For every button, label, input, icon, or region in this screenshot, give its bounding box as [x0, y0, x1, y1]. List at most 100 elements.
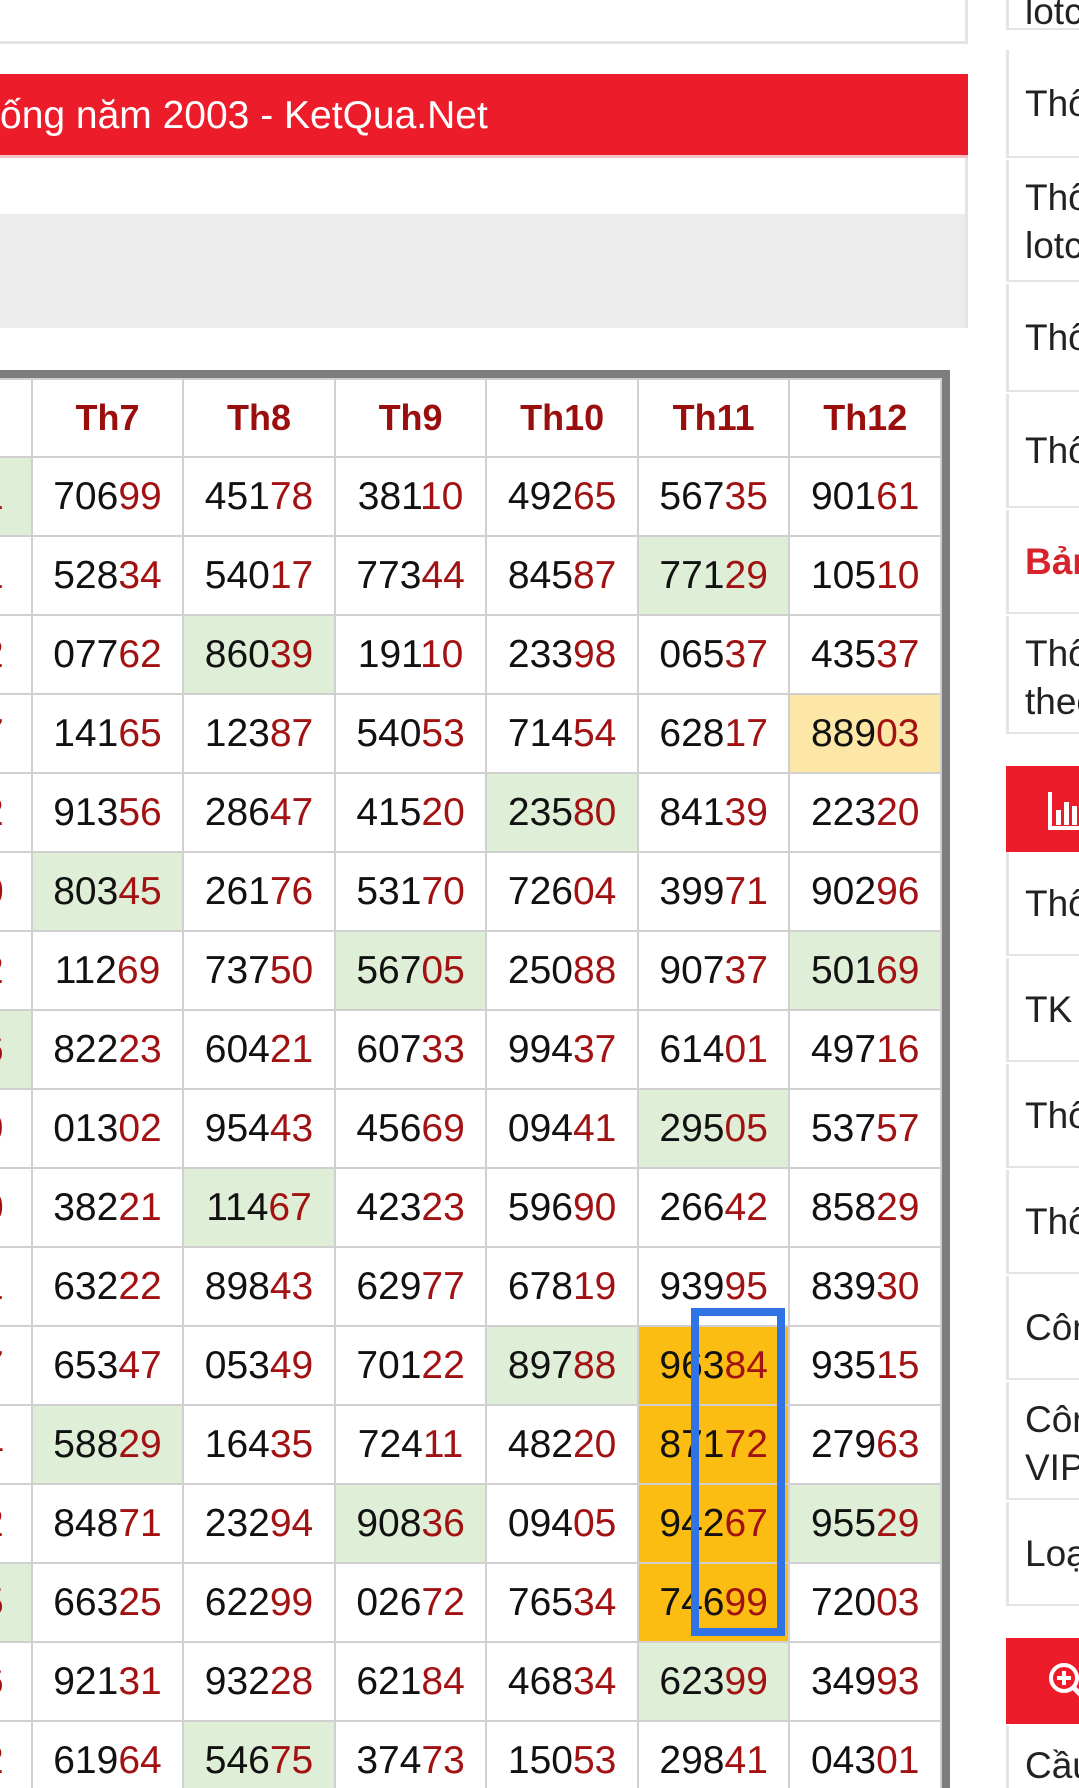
- table-cell[interactable]: 62817: [636, 693, 791, 774]
- table-cell[interactable]: 23580: [485, 772, 639, 853]
- table-cell[interactable]: 89788: [485, 1325, 639, 1406]
- table-cell[interactable]: 25088: [485, 930, 639, 1011]
- table-cell[interactable]: 23398: [485, 614, 639, 695]
- table-cell[interactable]: 58829: [30, 1404, 185, 1485]
- table-cell[interactable]: 39971: [636, 851, 791, 932]
- table-cell[interactable]: 05349: [182, 1325, 336, 1406]
- table-cell[interactable]: 01302: [30, 1088, 185, 1169]
- column-header-th7[interactable]: Th7: [30, 378, 185, 458]
- table-cell[interactable]: 66325: [30, 1562, 185, 1643]
- table-cell[interactable]: 90296: [788, 851, 942, 932]
- table-cell[interactable]: 90836: [333, 1483, 488, 1564]
- table-cell[interactable]: 60733: [333, 1009, 488, 1090]
- table-cell[interactable]: 07762: [30, 614, 185, 695]
- table-cell[interactable]: 09441: [485, 1088, 639, 1169]
- table-cell[interactable]: 49716: [788, 1009, 942, 1090]
- table-cell[interactable]: 72604: [485, 851, 639, 932]
- table-cell[interactable]: 63222: [30, 1246, 185, 1327]
- column-header-th9[interactable]: Th9: [333, 378, 488, 458]
- column-header-th12[interactable]: Th12: [788, 378, 942, 458]
- table-cell[interactable]: 46834: [485, 1641, 639, 1722]
- table-cell[interactable]: 90737: [636, 930, 791, 1011]
- table-cell[interactable]: 04301: [788, 1720, 942, 1788]
- sidebar-link-item[interactable]: Thô: [1006, 284, 1079, 392]
- table-cell[interactable]: 37473: [333, 1720, 488, 1788]
- table-cell[interactable]: 62399: [636, 1641, 791, 1722]
- table-cell[interactable]: 80345: [30, 851, 185, 932]
- table-cell[interactable]: 60421: [182, 1009, 336, 1090]
- table-cell[interactable]: 93228: [182, 1641, 336, 1722]
- table-cell[interactable]: 95443: [182, 1088, 336, 1169]
- table-cell[interactable]: 23294: [182, 1483, 336, 1564]
- table-cell[interactable]: 61401: [636, 1009, 791, 1090]
- table-cell[interactable]: 96384: [636, 1325, 791, 1406]
- table-cell[interactable]: 34993: [788, 1641, 942, 1722]
- column-header-th11[interactable]: Th11: [636, 378, 791, 458]
- table-cell[interactable]: 54053: [333, 693, 488, 774]
- table-cell[interactable]: 19110: [333, 614, 488, 695]
- table-cell[interactable]: 48220: [485, 1404, 639, 1485]
- table-cell[interactable]: 56735: [636, 456, 791, 537]
- sidebar-link-item[interactable]: lotc: [1006, 0, 1079, 30]
- table-cell[interactable]: 45669: [333, 1088, 488, 1169]
- table-cell[interactable]: 45178: [182, 456, 336, 537]
- table-cell[interactable]: 12387: [182, 693, 336, 774]
- table-cell[interactable]: 99437: [485, 1009, 639, 1090]
- table-cell[interactable]: 83930: [788, 1246, 942, 1327]
- table-cell[interactable]: 82223: [30, 1009, 185, 1090]
- table-cell[interactable]: 72003: [788, 1562, 942, 1643]
- table-cell[interactable]: 74699: [636, 1562, 791, 1643]
- table-cell[interactable]: 26642: [636, 1167, 791, 1248]
- column-header-th8[interactable]: Th8: [182, 378, 336, 458]
- table-cell[interactable]: 11467: [182, 1167, 336, 1248]
- table-cell[interactable]: 92131: [30, 1641, 185, 1722]
- table-cell[interactable]: 54675: [182, 1720, 336, 1788]
- table-cell[interactable]: 89843: [182, 1246, 336, 1327]
- table-cell[interactable]: 09405: [485, 1483, 639, 1564]
- table-cell[interactable]: 41520: [333, 772, 488, 853]
- table-cell[interactable]: 15053: [485, 1720, 639, 1788]
- table-cell[interactable]: 26176: [182, 851, 336, 932]
- table-cell[interactable]: 29841: [636, 1720, 791, 1788]
- table-cell[interactable]: 73750: [182, 930, 336, 1011]
- table-cell[interactable]: 94267: [636, 1483, 791, 1564]
- table-cell[interactable]: 93995: [636, 1246, 791, 1327]
- column-header-th10[interactable]: Th10: [485, 378, 639, 458]
- sidebar-link-item[interactable]: Thô thec: [1006, 616, 1079, 734]
- table-cell[interactable]: 90161: [788, 456, 942, 537]
- table-cell[interactable]: 62299: [182, 1562, 336, 1643]
- sidebar-link-item[interactable]: Thô: [1006, 50, 1079, 158]
- table-cell[interactable]: 65347: [30, 1325, 185, 1406]
- table-cell[interactable]: 50169: [788, 930, 942, 1011]
- sidebar-link-item[interactable]: Cầu: [1006, 1726, 1079, 1788]
- table-cell[interactable]: 62184: [333, 1641, 488, 1722]
- table-cell[interactable]: 70699: [30, 456, 185, 537]
- sidebar-link-item[interactable]: TK t: [1006, 958, 1079, 1062]
- table-cell[interactable]: 95529: [788, 1483, 942, 1564]
- table-cell[interactable]: 38110: [333, 456, 488, 537]
- table-cell[interactable]: 87172: [636, 1404, 791, 1485]
- sidebar-link-item[interactable]: Côn VIP: [1006, 1382, 1079, 1500]
- sidebar-link-item[interactable]: Côn: [1006, 1276, 1079, 1380]
- table-cell[interactable]: 93515: [788, 1325, 942, 1406]
- table-cell[interactable]: 42323: [333, 1167, 488, 1248]
- table-cell[interactable]: 91356: [30, 772, 185, 853]
- table-cell[interactable]: 06537: [636, 614, 791, 695]
- table-cell[interactable]: 10510: [788, 535, 942, 616]
- table-cell[interactable]: 85829: [788, 1167, 942, 1248]
- table-cell[interactable]: 62977: [333, 1246, 488, 1327]
- table-cell[interactable]: 11269: [30, 930, 185, 1011]
- table-cell[interactable]: 49265: [485, 456, 639, 537]
- table-cell[interactable]: 67819: [485, 1246, 639, 1327]
- sidebar-link-item[interactable]: Thô: [1006, 394, 1079, 508]
- table-cell[interactable]: 84587: [485, 535, 639, 616]
- table-cell[interactable]: 29505: [636, 1088, 791, 1169]
- table-cell[interactable]: 02672: [333, 1562, 488, 1643]
- table-cell[interactable]: 86039: [182, 614, 336, 695]
- table-cell[interactable]: 16435: [182, 1404, 336, 1485]
- table-cell[interactable]: 70122: [333, 1325, 488, 1406]
- table-cell[interactable]: 84871: [30, 1483, 185, 1564]
- table-cell[interactable]: 72411: [333, 1404, 488, 1485]
- sidebar-link-item[interactable]: Loạ: [1006, 1502, 1079, 1606]
- sidebar-link-item[interactable]: Thô lotc: [1006, 160, 1079, 282]
